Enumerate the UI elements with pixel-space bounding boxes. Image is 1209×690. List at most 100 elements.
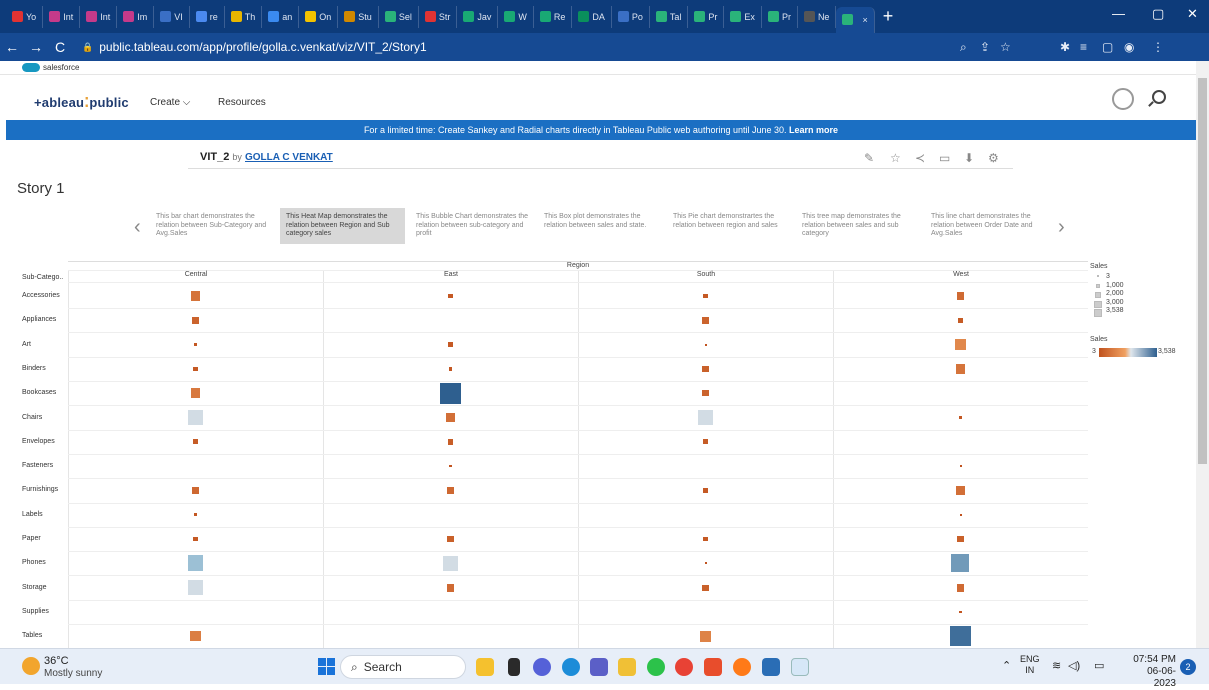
heat-cell[interactable]	[446, 413, 455, 422]
browser-tab[interactable]: an	[262, 5, 300, 28]
extension-icon[interactable]: ✱	[1060, 40, 1070, 54]
heat-cell[interactable]	[704, 562, 707, 565]
chevron-up-icon[interactable]: ⌃	[1002, 659, 1011, 672]
file-explorer-icon[interactable]	[618, 658, 636, 676]
browser-tab[interactable]: W	[498, 5, 534, 28]
heat-cell[interactable]	[192, 316, 199, 324]
notification-badge[interactable]: 2	[1180, 659, 1196, 675]
heat-cell[interactable]	[956, 583, 965, 592]
story-prev-arrow[interactable]: ‹	[134, 216, 141, 239]
heat-cell[interactable]	[956, 486, 965, 495]
browser-tab[interactable]: Pr	[688, 5, 725, 28]
profile-icon[interactable]: ◉	[1124, 40, 1134, 54]
heat-cell[interactable]	[446, 583, 455, 592]
share-icon[interactable]: ⇪	[980, 40, 990, 54]
heat-cell[interactable]	[955, 364, 966, 374]
heat-cell[interactable]	[959, 610, 962, 614]
heat-cell[interactable]	[448, 342, 453, 347]
bookmark-salesforce[interactable]: salesforce	[22, 63, 79, 72]
edit-icon[interactable]: ✎	[864, 151, 874, 165]
story-point[interactable]: This Bubble Chart demonstrates the relat…	[410, 208, 535, 244]
url-field[interactable]: 🔒 public.tableau.com/app/profile/golla.c…	[82, 40, 427, 54]
sidepanel-icon[interactable]: ▢	[1102, 40, 1113, 54]
heat-cell[interactable]	[193, 342, 198, 347]
learn-more-link[interactable]: Learn more	[789, 125, 838, 135]
share-icon[interactable]: ≺	[915, 151, 925, 165]
heat-cell[interactable]	[950, 626, 971, 647]
heat-cell[interactable]	[954, 338, 967, 351]
reading-list-icon[interactable]: ≡	[1080, 40, 1087, 54]
zoom-icon[interactable]: ⌕	[960, 40, 967, 55]
close-window-icon[interactable]: ✕	[1187, 6, 1198, 22]
story-next-arrow[interactable]: ›	[1058, 216, 1065, 239]
chrome-icon[interactable]	[675, 658, 693, 676]
browser-tab[interactable]: Pr	[762, 5, 798, 28]
heat-cell[interactable]	[190, 291, 201, 301]
heat-cell[interactable]	[446, 486, 455, 495]
heat-cell[interactable]	[703, 293, 708, 299]
whatsapp-icon[interactable]	[647, 658, 665, 676]
tableau-public-logo[interactable]: +ableau⁚public	[34, 95, 129, 111]
heat-cell[interactable]	[958, 317, 963, 323]
browser-tab[interactable]: Ne	[798, 5, 837, 28]
task-view-icon[interactable]	[508, 658, 520, 676]
teams-icon[interactable]	[590, 658, 608, 676]
heat-cell[interactable]	[957, 535, 964, 543]
app-icon[interactable]	[762, 658, 780, 676]
story-point[interactable]: This Heat Map demonstrates the relation …	[280, 208, 405, 244]
story-point[interactable]: This tree map demonstrates the relation …	[796, 208, 921, 244]
heat-cell[interactable]	[187, 555, 204, 572]
heat-cell[interactable]	[703, 488, 708, 493]
heat-cell[interactable]	[188, 410, 203, 425]
heat-cell[interactable]	[440, 382, 461, 404]
firefox-icon[interactable]	[733, 658, 751, 676]
browser-tab[interactable]: On	[299, 5, 339, 28]
back-icon[interactable]: ←	[0, 39, 24, 55]
browser-tab[interactable]: Po	[612, 5, 650, 28]
browser-tab[interactable]: Stu	[338, 5, 379, 28]
scrollbar-thumb[interactable]	[1198, 78, 1207, 464]
widgets-icon[interactable]	[476, 658, 494, 676]
heat-cell[interactable]	[447, 439, 454, 445]
heat-cell[interactable]	[191, 486, 200, 495]
chat-icon[interactable]	[533, 658, 551, 676]
heat-cell[interactable]	[702, 316, 709, 324]
brave-icon[interactable]	[704, 658, 722, 676]
forward-icon[interactable]: →	[24, 39, 48, 55]
heat-cell[interactable]	[702, 584, 709, 591]
battery-icon[interactable]: ▭	[1094, 659, 1104, 672]
menu-icon[interactable]: ⋮	[1152, 40, 1164, 54]
browser-tab[interactable]: Str	[419, 5, 458, 28]
heat-cell[interactable]	[956, 292, 965, 300]
bookmark-star-icon[interactable]: ☆	[1000, 40, 1011, 54]
language-indicator[interactable]: ENG IN	[1020, 654, 1040, 676]
browser-tab[interactable]: Th	[225, 5, 263, 28]
heat-cell[interactable]	[190, 630, 201, 642]
edge-icon[interactable]	[562, 658, 580, 676]
clock[interactable]: 07:54 PM 06-06-2023	[1126, 654, 1176, 690]
avatar[interactable]	[1112, 88, 1134, 110]
new-tab-button[interactable]: +	[883, 6, 894, 27]
comment-icon[interactable]: ▭	[939, 151, 950, 165]
browser-tab[interactable]: Jav	[457, 5, 499, 28]
search-icon[interactable]	[1152, 90, 1166, 104]
download-icon[interactable]: ⬇	[964, 151, 974, 165]
settings-icon[interactable]: ⚙	[988, 151, 999, 165]
browser-tab[interactable]: Ex	[724, 5, 762, 28]
browser-tab[interactable]: Yo	[6, 5, 44, 28]
heat-cell[interactable]	[447, 535, 454, 543]
nav-resources[interactable]: Resources	[218, 97, 266, 108]
wifi-icon[interactable]: ≋	[1052, 659, 1061, 672]
browser-tab[interactable]: Sel	[379, 5, 419, 28]
heat-cell[interactable]	[449, 464, 452, 468]
heat-cell[interactable]	[951, 554, 970, 573]
browser-tab[interactable]: DA	[572, 5, 612, 28]
heat-cell[interactable]	[697, 409, 714, 426]
story-point[interactable]: This line chart demonstrates the relatio…	[925, 208, 1050, 244]
browser-tab[interactable]: Int	[80, 5, 118, 28]
heat-cell[interactable]	[702, 365, 709, 372]
tab-close-icon[interactable]: ×	[862, 15, 867, 25]
heat-cell[interactable]	[702, 389, 709, 397]
heat-cell[interactable]	[699, 630, 712, 642]
heat-cell[interactable]	[187, 579, 204, 596]
